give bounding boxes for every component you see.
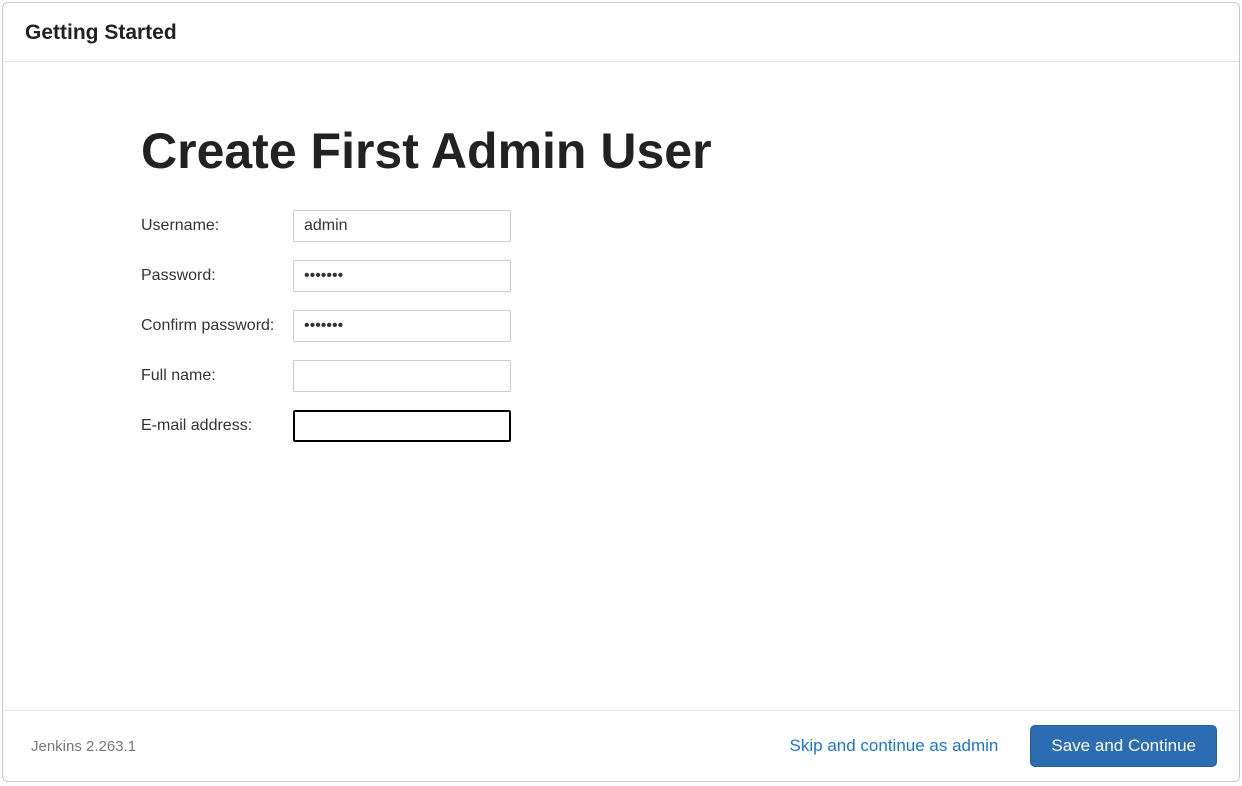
form-row-username: Username: (141, 210, 1129, 242)
form-row-confirm-password: Confirm password: (141, 310, 1129, 342)
version-label: Jenkins 2.263.1 (25, 738, 136, 755)
confirm-password-input[interactable] (293, 310, 511, 342)
skip-button[interactable]: Skip and continue as admin (786, 730, 1003, 762)
password-input[interactable] (293, 260, 511, 292)
setup-wizard-modal: Getting Started Create First Admin User … (2, 2, 1240, 782)
form-row-password: Password: (141, 260, 1129, 292)
username-input[interactable] (293, 210, 511, 242)
modal-header: Getting Started (3, 3, 1239, 62)
modal-body: Create First Admin User Username: Passwo… (3, 62, 1239, 710)
save-continue-button[interactable]: Save and Continue (1030, 725, 1217, 767)
email-label: E-mail address: (141, 417, 293, 435)
form-row-full-name: Full name: (141, 360, 1129, 392)
modal-footer: Jenkins 2.263.1 Skip and continue as adm… (3, 710, 1239, 781)
form-row-email: E-mail address: (141, 410, 1129, 442)
modal-title: Getting Started (25, 21, 1217, 45)
email-input[interactable] (293, 410, 511, 442)
username-label: Username: (141, 217, 293, 235)
full-name-input[interactable] (293, 360, 511, 392)
full-name-label: Full name: (141, 367, 293, 385)
page-title: Create First Admin User (141, 122, 1129, 180)
password-label: Password: (141, 267, 293, 285)
confirm-password-label: Confirm password: (141, 317, 293, 335)
